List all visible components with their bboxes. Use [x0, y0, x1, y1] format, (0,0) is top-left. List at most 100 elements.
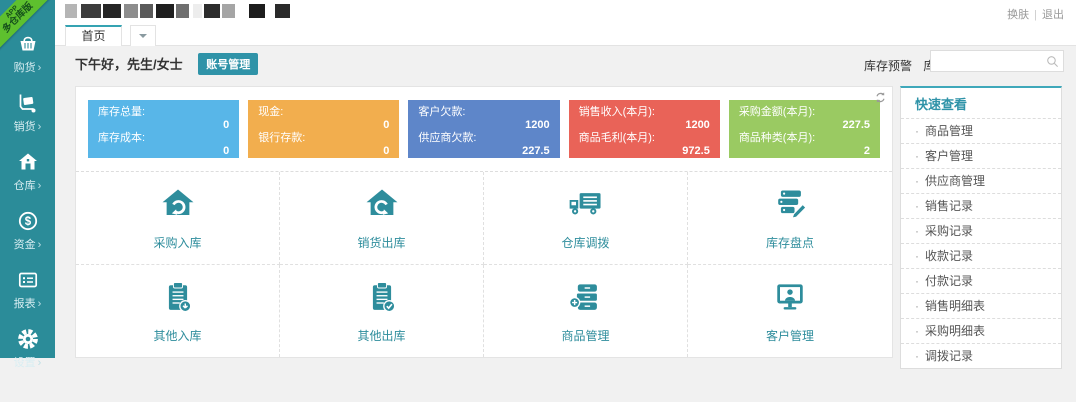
- shortcut-stocktake[interactable]: 库存盘点: [688, 172, 892, 265]
- sidebar-item-warehouse[interactable]: 仓库 ›: [0, 134, 55, 193]
- inventory-search: [930, 50, 1064, 72]
- stat-card-receivables: 客户欠款: 1200 供应商欠款: 227.5: [408, 100, 560, 158]
- stat-label: 库存总量:: [98, 106, 146, 118]
- stat-label: 银行存款:: [258, 132, 306, 144]
- shortcut-label: 其他出库: [357, 328, 406, 343]
- stat-value: 227.5: [842, 119, 871, 131]
- quick-view-item-label: 供应商管理: [925, 174, 986, 188]
- shortcut-label: 客户管理: [765, 328, 814, 343]
- bullet-icon: ·: [915, 349, 919, 363]
- house-arrow-out-icon: [366, 189, 397, 215]
- shortcut-product-management[interactable]: 商品管理: [484, 264, 688, 357]
- sidebar-item-funds[interactable]: $ 资金 ›: [0, 193, 55, 252]
- bullet-icon: ·: [915, 274, 919, 288]
- warehouse-icon: [18, 153, 37, 170]
- stat-value: 0: [223, 119, 230, 131]
- dashboard-panel: 库存总量: 0 库存成本: 0 现金: 0 银行存款: 0 客户欠款: 1200…: [75, 86, 893, 358]
- stats-cards: 库存总量: 0 库存成本: 0 现金: 0 银行存款: 0 客户欠款: 1200…: [76, 87, 892, 171]
- stat-card-sales: 销售收入(本月): 1200 商品毛利(本月): 972.5: [568, 100, 720, 158]
- refresh-icon[interactable]: [873, 90, 888, 105]
- shortcut-sales-outbound[interactable]: 销货出库: [280, 172, 484, 265]
- stocktake-icon: [778, 190, 807, 219]
- stat-value: 2: [863, 145, 871, 157]
- search-input[interactable]: [935, 52, 1043, 70]
- shortcut-label: 商品管理: [561, 328, 610, 343]
- quick-view-item-suppliers[interactable]: · 供应商管理: [901, 168, 1061, 193]
- change-skin-link[interactable]: 换肤: [1007, 9, 1029, 21]
- sidebar-item-settings[interactable]: 设置 ›: [0, 311, 55, 370]
- quick-view-title: 快速查看: [915, 97, 968, 112]
- tab-bar: 首页: [55, 25, 1076, 46]
- bullet-icon: ·: [915, 124, 919, 138]
- stat-card-inventory: 库存总量: 0 库存成本: 0: [88, 100, 240, 158]
- stat-value: 0: [383, 119, 390, 131]
- truck-icon: [569, 192, 601, 215]
- chevron-down-icon: [139, 34, 147, 42]
- sidebar-item-sales[interactable]: 销货 ›: [0, 75, 55, 134]
- shortcut-label: 采购入库: [153, 235, 202, 250]
- greeting-row: 下午好，先生/女士 账号管理: [75, 53, 259, 75]
- stat-label: 供应商欠款:: [418, 132, 477, 144]
- bullet-icon: ·: [915, 299, 919, 313]
- sidebar-item-reports[interactable]: 报表 ›: [0, 252, 55, 311]
- quick-view-item-purchase-detail[interactable]: · 采购明细表: [901, 318, 1061, 343]
- shortcut-purchase-inbound[interactable]: 采购入库: [76, 172, 280, 265]
- report-icon: [18, 272, 37, 288]
- house-arrow-in-icon: [162, 189, 193, 215]
- stat-value: 1200: [525, 119, 550, 131]
- search-icon[interactable]: [1045, 54, 1060, 69]
- quick-view-item-payments[interactable]: · 付款记录: [901, 268, 1061, 293]
- stat-label: 商品毛利(本月):: [578, 132, 655, 144]
- bullet-icon: ·: [915, 324, 919, 338]
- clipboard-check-icon: [372, 281, 395, 313]
- quick-view-item-label: 商品管理: [925, 124, 974, 138]
- quick-view-item-sales-records[interactable]: · 销售记录: [901, 193, 1061, 218]
- redacted-title: [65, 4, 290, 18]
- quick-view-item-label: 调拨记录: [925, 349, 974, 363]
- quick-view-item-purchase-records[interactable]: · 采购记录: [901, 218, 1061, 243]
- shortcut-other-inbound[interactable]: 其他入库: [76, 264, 280, 357]
- bullet-icon: ·: [915, 199, 919, 213]
- inventory-warning-link[interactable]: 库存预警: [864, 59, 912, 73]
- quick-view-item-label: 采购记录: [925, 224, 974, 238]
- basket-icon: [20, 36, 35, 51]
- tab-dropdown-button[interactable]: [130, 25, 156, 46]
- shortcut-label: 销货出库: [357, 235, 406, 250]
- tab-home-label: 首页: [81, 29, 106, 43]
- stat-card-purchases: 采购金额(本月): 227.5 商品种类(本月): 2: [728, 100, 881, 158]
- quick-view-item-label: 客户管理: [925, 149, 974, 163]
- quick-view-panel: 快速查看 · 商品管理 · 客户管理 · 供应商管理 · 销售记录 · 采购记录 · 收款记…: [900, 86, 1062, 369]
- link-divider: |: [1034, 9, 1037, 21]
- shortcut-grid: 采购入库 销货出库 仓库调拨 库存盘点 其他入库 其他出库 商品管理 客户管理: [76, 171, 892, 357]
- account-manage-button[interactable]: 账号管理: [198, 53, 259, 75]
- stat-label: 采购金额(本月):: [738, 106, 816, 118]
- shortcut-warehouse-transfer[interactable]: 仓库调拨: [484, 172, 688, 265]
- quick-view-item-label: 销售明细表: [925, 299, 986, 313]
- stat-value: 0: [383, 145, 390, 157]
- greeting-text: 下午好，先生/女士: [75, 57, 183, 72]
- stat-card-cash: 现金: 0 银行存款: 0: [248, 100, 400, 158]
- chevron-right-icon: ›: [37, 121, 42, 133]
- trolley-icon: [19, 94, 35, 113]
- shortcut-customer-management[interactable]: 客户管理: [688, 265, 892, 358]
- stat-value: 1200: [685, 119, 710, 131]
- sidebar: 购货 › 销货 › 仓库 › $ 资金 › 报表 › 设置 ›: [0, 0, 55, 369]
- stat-label: 库存成本:: [98, 132, 146, 144]
- shortcut-other-outbound[interactable]: 其他出库: [280, 264, 484, 357]
- sidebar-item-label: 资金: [13, 239, 36, 251]
- funds-icon: $: [18, 211, 37, 231]
- sidebar-item-label: 销货: [13, 121, 36, 133]
- bullet-icon: ·: [915, 149, 919, 163]
- quick-view-item-sales-detail[interactable]: · 销售明细表: [901, 293, 1061, 318]
- quick-view-item-label: 销售记录: [925, 199, 974, 213]
- quick-view-item-transfer-records[interactable]: · 调拨记录: [901, 343, 1061, 368]
- quick-view-item-customers[interactable]: · 客户管理: [901, 143, 1061, 168]
- tab-home[interactable]: 首页: [65, 25, 122, 46]
- logout-link[interactable]: 退出: [1042, 9, 1064, 21]
- quick-view-item-label: 收款记录: [925, 249, 974, 263]
- bullet-icon: ·: [915, 249, 919, 263]
- bullet-icon: ·: [915, 174, 919, 188]
- quick-view-item-label: 采购明细表: [925, 324, 986, 338]
- quick-view-item-receipts[interactable]: · 收款记录: [901, 243, 1061, 268]
- quick-view-item-products[interactable]: · 商品管理: [901, 118, 1061, 143]
